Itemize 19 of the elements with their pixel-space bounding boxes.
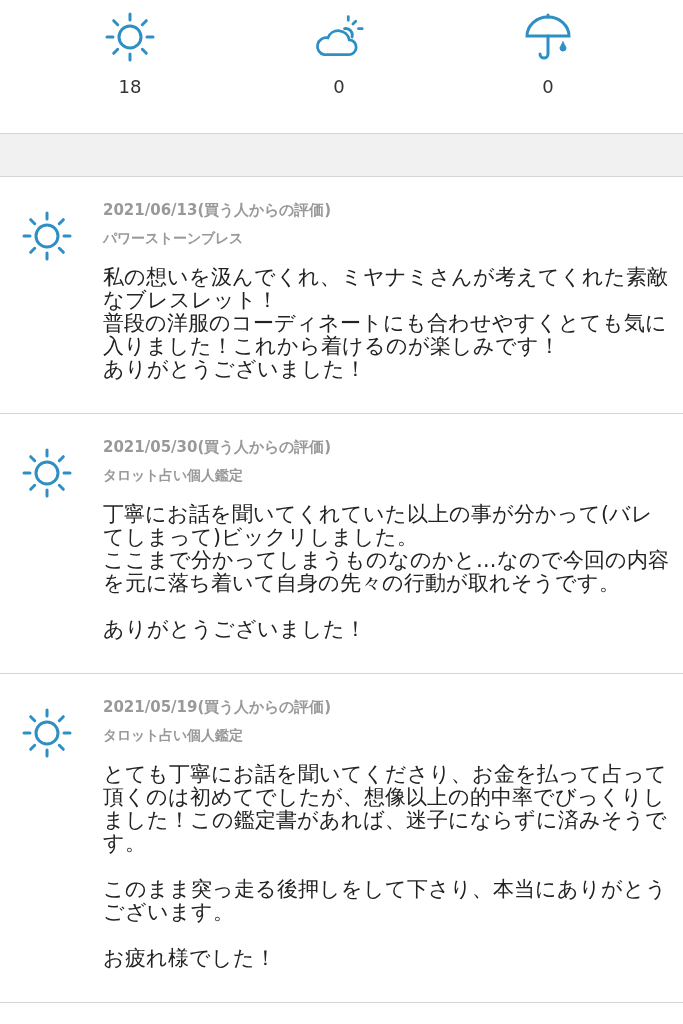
count-label: 0	[542, 76, 554, 97]
review-date: 2021/06/13(買う人からの評価)	[103, 201, 333, 220]
review-text: とても丁寧にお話を聞いてくださり、お金を払って占って頂くのは初めてでしたが、想像以上の的中率でびっくりしました！この鑑定書があれば、迷子にならずに済みそうです。	[103, 763, 668, 855]
count-label: 18	[118, 76, 142, 97]
review-date: 2021/05/19(買う人からの評価)	[103, 698, 333, 717]
review-text: このまま突っ走る後押しをして下さり、本当にありがとうございます。	[103, 878, 668, 924]
product-title: パワーストーンブレス	[103, 230, 244, 248]
review-date: 2021/05/30(買う人からの評価)	[103, 438, 333, 457]
review-text: ありがとうございました！	[103, 358, 367, 381]
review-text: ここまで分かってしまうものなのかと…なので今回の内容を元に落ち着いて自身の先々の行動が取れそうです。	[103, 549, 670, 595]
product-title: タロット占い個人鑑定	[103, 727, 244, 745]
review-text: 私の想いを汲んでくれ、ミヤナミさんが考えてくれた素敵なブレスレット！	[103, 266, 669, 312]
review-text: お疲れ様でした！	[103, 947, 277, 970]
sun-icon	[104, 12, 156, 62]
review-text: ありがとうございました！	[103, 618, 367, 641]
product-title: タロット占い個人鑑定	[103, 467, 244, 485]
review-text: 丁寧にお話を聞いてくれていた以上の事が分かって(バレてしまって)ビックリしました。	[103, 503, 654, 549]
review-text: 普段の洋服のコーディネートにも合わせやすくとても気に入りました！これから着けるのが楽しみです！	[103, 312, 668, 358]
count-label: 0	[333, 76, 345, 97]
